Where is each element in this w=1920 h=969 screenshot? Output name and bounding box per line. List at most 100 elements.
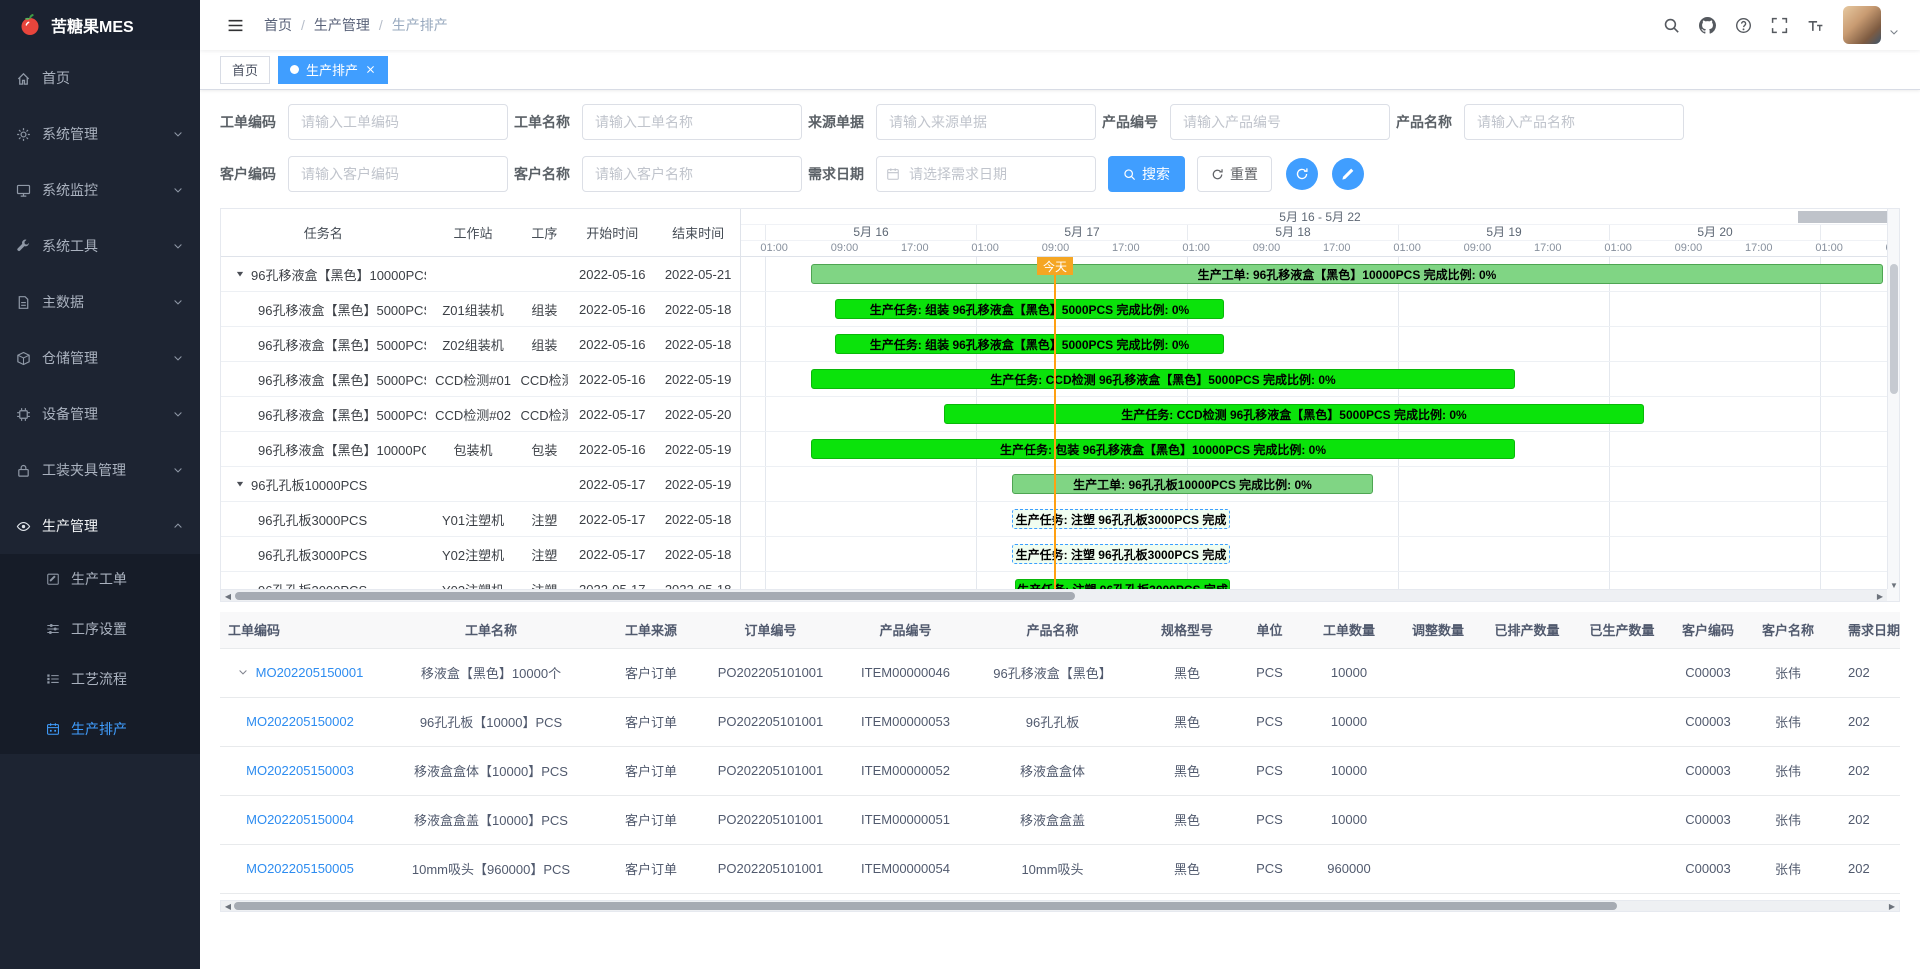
sidebar-item-warehouse[interactable]: 仓储管理 [0,330,200,386]
sidebar-item-monitoring[interactable]: 系统监控 [0,162,200,218]
gantt-grid-row[interactable]: 96孔移液盒【黑色】5000PCS Z02组装机 组装 2022-05-16 2… [221,327,740,362]
work-order-link[interactable]: MO202205150003 [246,763,354,778]
breadcrumb-separator: / [379,17,383,33]
fullscreen-button[interactable] [1763,8,1795,42]
gantt-grid-row[interactable]: 96孔移液盒【黑色】10000PCS 包装机 包装 2022-05-16 202… [221,432,740,467]
gantt-bar[interactable]: 生产任务: CCD检测 96孔移液盒【黑色】5000PCS 完成比例: 0% [811,369,1515,389]
gantt-grid-row[interactable]: 96孔移液盒【黑色】10000PCS 2022-05-16 2022-05-21 [221,257,740,292]
chevron-down-icon [172,464,184,476]
sliders-icon [46,622,60,636]
demand-date-input[interactable] [876,156,1096,192]
table-horizontal-scrollbar[interactable]: ◀ ▶ [220,900,1900,912]
navbar: 首页 / 生产管理 / 生产排产 [200,0,1920,50]
gantt-grid-row[interactable]: 96孔孔板3000PCS Y02注塑机 注塑 2022-05-17 2022-0… [221,537,740,572]
scroll-right-arrow[interactable]: ▶ [1874,590,1886,602]
collapse-triangle-icon[interactable] [235,269,245,279]
gantt-bar-selected[interactable]: 生产任务: 注塑 96孔孔板3000PCS 完成 [1012,509,1230,529]
timeline-scroll-indicator[interactable] [1798,211,1891,223]
berry-logo-icon [18,13,42,37]
sidebar-item-work-order[interactable]: 生产工单 [0,554,200,604]
box-icon [16,351,31,366]
sidebar-item-process-flow[interactable]: 工艺流程 [0,654,200,704]
tab-scheduling[interactable]: 生产排产 [278,56,388,84]
work-order-link[interactable]: MO202205150004 [246,812,354,827]
lock-icon [16,463,31,478]
search-button[interactable]: 搜索 [1108,156,1185,192]
chevron-down-icon [172,352,184,364]
breadcrumb-home[interactable]: 首页 [264,15,292,35]
gantt-grid-row[interactable]: 96孔孔板3000PCS Y01注塑机 注塑 2022-05-17 2022-0… [221,502,740,537]
customer-code-input[interactable] [288,156,508,192]
gantt-hour-scale: 01:0009:0017:00 01:0009:0017:00 01:0009:… [741,241,1899,257]
gantt-bar[interactable]: 生产任务: CCD检测 96孔移液盒【黑色】5000PCS 完成比例: 0% [944,404,1644,424]
row-expand-chevron-icon[interactable] [237,666,249,678]
sidebar-item-master-data[interactable]: 主数据 [0,274,200,330]
sidebar-item-scheduling[interactable]: 生产排产 [0,704,200,754]
gantt-horizontal-scrollbar[interactable]: ◀ ▶ [221,589,1887,601]
work-order-link[interactable]: MO202205150002 [246,714,354,729]
chevron-down-icon [172,128,184,140]
tags-view-bar: 首页 生产排产 [200,50,1920,90]
gantt-grid-row[interactable]: 96孔移液盒【黑色】5000PCS CCD检测#01 CCD检测 2022-05… [221,362,740,397]
search-icon [1123,168,1136,181]
header-search-button[interactable] [1655,8,1687,42]
question-icon [1735,17,1752,34]
sidebar-item-system-mgmt[interactable]: 系统管理 [0,106,200,162]
sidebar-item-home[interactable]: 首页 [0,50,200,106]
product-name-input[interactable] [1464,104,1684,140]
day-label: 5月 17 [976,225,1187,240]
customer-name-input[interactable] [582,156,802,192]
today-badge: 今天 [1037,257,1073,275]
scroll-left-arrow[interactable]: ◀ [222,590,234,602]
sidebar-item-fixtures[interactable]: 工装夹具管理 [0,442,200,498]
gantt-vertical-scrollbar[interactable]: ▼ [1887,209,1899,591]
sidebar-item-process-setup[interactable]: 工序设置 [0,604,200,654]
gantt-grid-row[interactable]: 96孔孔板10000PCS 2022-05-17 2022-05-19 [221,467,740,502]
sidebar-item-production[interactable]: 生产管理 [0,498,200,554]
sidebar-menu: 首页 系统管理 系统监控 系统工具 主数据 仓储管理 [0,50,200,754]
filter-source-doc: 来源单据 [808,104,1096,140]
source-doc-input[interactable] [876,104,1096,140]
h-scrollbar-thumb[interactable] [234,902,1617,910]
chevron-down-icon [172,296,184,308]
gantt-bar[interactable]: 生产任务: 包装 96孔移液盒【黑色】10000PCS 完成比例: 0% [811,439,1515,459]
breadcrumb-production[interactable]: 生产管理 [314,15,370,35]
tab-home[interactable]: 首页 [220,56,270,84]
sidebar-item-tools[interactable]: 系统工具 [0,218,200,274]
layout-size-button[interactable] [1799,8,1831,42]
help-button[interactable] [1727,8,1759,42]
h-scrollbar-thumb[interactable] [235,592,1075,600]
scroll-left-arrow[interactable]: ◀ [222,901,234,913]
close-icon[interactable] [365,64,376,75]
edit-circle-button[interactable] [1332,158,1364,190]
sidebar-item-equipment[interactable]: 设备管理 [0,386,200,442]
gantt-bar[interactable]: 生产工单: 96孔移液盒【黑色】10000PCS 完成比例: 0% [811,264,1883,284]
filter-demand-date: 需求日期 [808,156,1096,192]
gantt-bar[interactable]: 生产任务: 组装 96孔移液盒【黑色】5000PCS 完成比例: 0% [835,334,1224,354]
avatar[interactable] [1843,6,1881,44]
work-order-link[interactable]: MO202205150001 [256,665,364,680]
gantt-bar[interactable]: 生产任务: 组装 96孔移液盒【黑色】5000PCS 完成比例: 0% [835,299,1224,319]
github-button[interactable] [1691,8,1723,42]
gantt-timeline: 5月 16 - 5月 22 5月 16 5月 17 5月 18 5月 19 5月… [741,209,1899,601]
work-order-name-input[interactable] [582,104,802,140]
chevron-down-icon [172,240,184,252]
refresh-circle-button[interactable] [1286,158,1318,190]
work-order-code-input[interactable] [288,104,508,140]
table-row: MO202205150003 移液盒盒体【10000】PCS客户订单 PO202… [220,746,1900,795]
work-order-link[interactable]: MO202205150005 [246,861,354,876]
filter-work-order-code: 工单编码 [220,104,508,140]
gantt-bar[interactable]: 生产工单: 96孔孔板10000PCS 完成比例: 0% [1012,474,1373,494]
gantt-grid-row[interactable]: 96孔移液盒【黑色】5000PCS Z01组装机 组装 2022-05-16 2… [221,292,740,327]
v-scrollbar-thumb[interactable] [1890,264,1898,394]
collapse-triangle-icon[interactable] [235,479,245,489]
scroll-right-arrow[interactable]: ▶ [1886,901,1898,913]
gantt-bar-selected[interactable]: 生产任务: 注塑 96孔孔板3000PCS 完成 [1012,544,1230,564]
sidebar-toggle-button[interactable] [220,10,250,40]
gantt-day-scale: 5月 16 5月 17 5月 18 5月 19 5月 20 [741,225,1899,241]
product-code-input[interactable] [1170,104,1390,140]
gantt-grid-row[interactable]: 96孔移液盒【黑色】5000PCS CCD检测#02 CCD检测 2022-05… [221,397,740,432]
caret-down-icon[interactable] [1888,26,1900,38]
reset-button[interactable]: 重置 [1197,156,1272,192]
table-row: MO202205150001 移液盒【黑色】10000个客户订单 PO20220… [220,648,1900,697]
